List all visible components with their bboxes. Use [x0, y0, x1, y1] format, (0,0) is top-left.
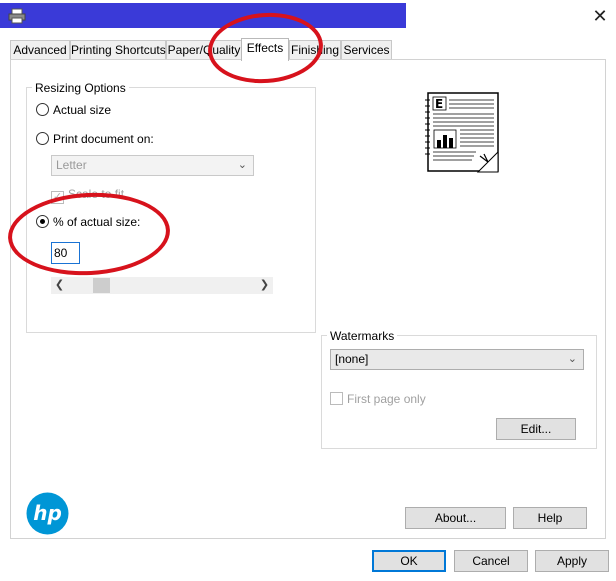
ok-button[interactable]: OK	[372, 550, 446, 572]
tab-finishing[interactable]: Finishing	[289, 40, 341, 60]
scroll-left-icon[interactable]: ❮	[51, 277, 68, 294]
scale-to-fit-checkbox[interactable]: ✓	[51, 191, 64, 204]
actual-size-option[interactable]: Actual size	[36, 102, 111, 118]
watermarks-label: Watermarks	[327, 329, 398, 343]
title-bar-highlight	[0, 3, 406, 28]
watermark-select[interactable]: [none] ⌄	[330, 349, 584, 370]
percent-actual-size-radio[interactable]	[36, 215, 49, 228]
paper-size-select[interactable]: Letter ⌄	[51, 155, 254, 176]
page-preview-icon: E	[425, 92, 499, 173]
tab-printing-shortcuts[interactable]: Printing Shortcuts	[70, 40, 166, 60]
resizing-options-group	[26, 87, 316, 333]
resizing-options-label: Resizing Options	[32, 81, 129, 95]
actual-size-radio[interactable]	[36, 103, 49, 116]
hp-logo: hp	[26, 492, 69, 535]
tab-advanced[interactable]: Advanced	[10, 40, 70, 60]
actual-size-label: Actual size	[53, 103, 112, 117]
close-icon[interactable]: ✕	[586, 2, 614, 30]
scroll-thumb[interactable]	[93, 278, 110, 293]
help-button[interactable]: Help	[513, 507, 587, 529]
percent-scrollbar[interactable]: ❮ ❯	[51, 277, 273, 294]
tab-effects[interactable]: Effects	[241, 38, 289, 61]
scale-to-fit-option[interactable]: ✓ Scale to fit	[51, 186, 125, 204]
tab-strip: Advanced Printing Shortcuts Paper/Qualit…	[0, 38, 616, 61]
scale-to-fit-label: Scale to fit	[68, 187, 125, 201]
chevron-down-icon: ⌄	[237, 159, 247, 171]
first-page-only-option[interactable]: First page only	[330, 391, 426, 407]
about-button[interactable]: About...	[405, 507, 506, 529]
print-document-on-radio[interactable]	[36, 132, 49, 145]
print-document-on-label: Print document on:	[53, 132, 154, 146]
scroll-right-icon[interactable]: ❯	[256, 277, 273, 294]
paper-size-value: Letter	[56, 158, 87, 172]
percent-actual-size-option[interactable]: % of actual size:	[36, 214, 140, 230]
percent-actual-size-label: % of actual size:	[53, 215, 141, 229]
svg-text:hp: hp	[33, 501, 62, 525]
percent-input[interactable]: 80	[51, 242, 80, 264]
cancel-button[interactable]: Cancel	[454, 550, 528, 572]
first-page-only-checkbox[interactable]	[330, 392, 343, 405]
preview-letter: E	[435, 97, 443, 111]
first-page-only-label: First page only	[347, 392, 426, 406]
print-document-on-option[interactable]: Print document on:	[36, 131, 154, 147]
edit-watermark-button[interactable]: Edit...	[496, 418, 576, 440]
apply-button[interactable]: Apply	[535, 550, 609, 572]
printer-icon	[8, 8, 26, 24]
title-bar: ✕	[0, 0, 616, 32]
watermark-value: [none]	[335, 352, 369, 366]
tab-paper-quality[interactable]: Paper/Quality	[166, 40, 242, 60]
tab-services[interactable]: Services	[341, 40, 392, 60]
chevron-down-icon: ⌄	[567, 353, 577, 365]
